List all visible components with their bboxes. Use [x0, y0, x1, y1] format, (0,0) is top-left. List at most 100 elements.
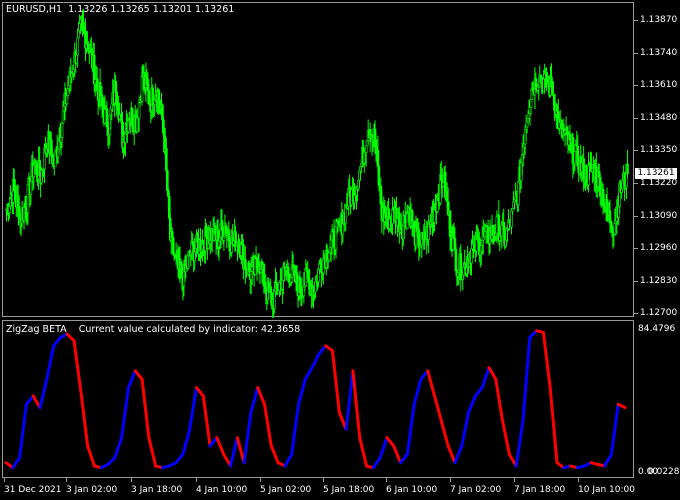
zigzag-down-segment [256, 386, 266, 406]
zigzag-down-segment [433, 394, 443, 423]
time-tick [386, 478, 387, 482]
candlestick-chart[interactable] [3, 3, 635, 318]
price-tick-label: 1.12960 [640, 243, 678, 254]
zigzag-down-segment [548, 386, 559, 465]
zigzag-down-segment [215, 436, 226, 456]
zigzag-up-segment [467, 394, 477, 415]
candle-body [529, 99, 533, 108]
zigzag-up-segment [242, 411, 253, 465]
time-tick-label: 6 Jan 10:00 [386, 485, 438, 495]
zigzag-up-segment [310, 352, 321, 370]
zigzag-up-segment [303, 366, 314, 381]
zigzag-up-segment [603, 452, 613, 468]
zigzag-down-segment [392, 444, 403, 465]
zigzag-down-segment [194, 386, 205, 398]
indicator-max-label: 84.4796 [638, 324, 676, 334]
candle-body [286, 266, 290, 275]
price-tick [634, 313, 638, 315]
time-tick [323, 478, 324, 482]
zigzag-down-segment [487, 366, 498, 381]
zigzag-up-segment [473, 386, 484, 398]
zigzag-up-segment [18, 402, 28, 460]
symbol-caption: EURUSD,H1 1.13226 1.13265 1.13201 1.1326… [6, 4, 235, 15]
zigzag-up-segment [228, 436, 239, 468]
time-tick-label: 7 Jan 18:00 [514, 485, 566, 495]
zigzag-chart[interactable] [3, 321, 635, 479]
zigzag-up-segment [290, 402, 300, 456]
zigzag-indicator-panel[interactable] [2, 320, 634, 478]
zigzag-up-segment [249, 386, 260, 415]
time-tick [66, 478, 67, 482]
candle-body [29, 180, 33, 196]
price-tick [634, 117, 638, 119]
price-tick-label: 1.13610 [640, 80, 678, 91]
candle-body [517, 181, 520, 205]
zigzag-down-segment [501, 419, 511, 456]
price-tick [634, 20, 638, 21]
zigzag-down-segment [358, 436, 369, 468]
price-tick-label: 1.13090 [640, 210, 678, 221]
zigzag-up-segment [371, 456, 382, 470]
zigzag-up-segment [24, 394, 35, 406]
candle-body [60, 122, 64, 138]
zigzag-up-segment [405, 402, 416, 456]
time-tick-label: 5 Jan 18:00 [323, 485, 375, 495]
zigzag-up-segment [283, 452, 294, 468]
zigzag-up-segment [188, 386, 198, 431]
time-tick [514, 478, 515, 482]
price-tick [634, 150, 638, 152]
candle-body [130, 108, 134, 127]
zigzag-up-segment [378, 436, 389, 460]
time-tick-label: 4 Jan 10:00 [196, 485, 248, 495]
price-tick-label: 1.13740 [640, 47, 678, 58]
zigzag-down-segment [385, 436, 396, 448]
candle-body [90, 47, 93, 52]
zigzag-down-segment [351, 369, 362, 440]
price-tick-label: 1.12830 [640, 275, 678, 286]
candle-body [76, 37, 79, 56]
zigzag-down-segment [201, 394, 212, 448]
zigzag-down-segment [494, 377, 505, 423]
time-tick [131, 478, 132, 482]
zigzag-up-segment [296, 377, 307, 406]
time-tick [578, 478, 579, 482]
price-tick [634, 183, 638, 184]
time-tick-label: 10 Jan 10:00 [578, 485, 635, 495]
price-chart-panel[interactable] [2, 2, 635, 318]
price-tick-label: 1.13480 [640, 112, 678, 123]
zigzag-down-segment [72, 339, 83, 393]
zigzag-up-segment [52, 335, 62, 348]
zigzag-up-segment [399, 452, 409, 465]
zigzag-up-segment [609, 402, 620, 456]
zigzag-up-segment [38, 377, 49, 410]
zigzag-up-segment [521, 335, 532, 423]
zigzag-down-segment [79, 389, 90, 448]
zigzag-down-segment [269, 444, 280, 465]
candle-body [162, 119, 165, 129]
candle-body [115, 91, 118, 104]
price-tick [634, 248, 638, 250]
zigzag-down-segment [140, 377, 151, 440]
candle-body [165, 148, 168, 171]
candle-body [610, 225, 614, 233]
time-tick-label: 31 Dec 2021 [4, 485, 62, 495]
zigzag-down-segment [235, 436, 246, 465]
zigzag-down-segment [426, 369, 437, 398]
candle-body [454, 249, 458, 272]
zigzag-down-segment [262, 402, 273, 448]
price-tick-label: 1.12700 [640, 308, 678, 319]
zigzag-up-segment [514, 419, 525, 468]
zigzag-up-segment [126, 369, 137, 390]
time-tick [4, 478, 5, 482]
candle-body [124, 133, 127, 144]
zigzag-up-segment [480, 366, 491, 390]
time-tick-label: 5 Jan 02:00 [260, 485, 312, 495]
price-tick-label: 1.13220 [640, 178, 678, 188]
zigzag-up-segment [344, 369, 355, 431]
zigzag-up-segment [453, 444, 464, 465]
indicator-caption: ZigZag BETA Current value calculated by … [6, 324, 301, 335]
zigzag-down-segment [331, 349, 341, 415]
current-price-label: 1.13261 [635, 168, 677, 179]
zigzag-down-segment [439, 419, 450, 448]
price-tick [634, 280, 638, 282]
